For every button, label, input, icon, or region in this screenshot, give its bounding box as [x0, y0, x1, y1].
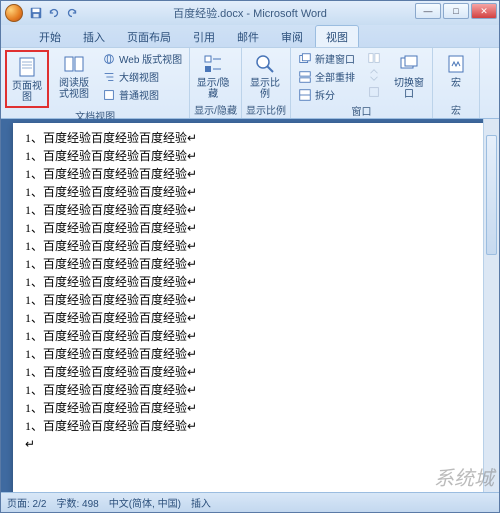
- split-icon: [298, 88, 312, 102]
- status-language[interactable]: 中文(简体, 中国): [109, 495, 181, 510]
- reading-view-icon: [62, 52, 86, 76]
- document-line[interactable]: 1、百度经验百度经验百度经验↵: [25, 345, 479, 363]
- office-button[interactable]: [5, 4, 23, 22]
- close-button[interactable]: ✕: [471, 3, 497, 19]
- switch-windows-icon: [397, 52, 421, 76]
- document-line[interactable]: 1、百度经验百度经验百度经验↵: [25, 219, 479, 237]
- group-zoom: 显示比例 显示比例: [242, 48, 291, 118]
- group-label-showhide: 显示/隐藏: [194, 102, 237, 118]
- macros-icon: [444, 52, 468, 76]
- web-view-button[interactable]: Web 版式视图: [99, 50, 185, 67]
- tab-start[interactable]: 开始: [29, 26, 71, 47]
- status-words[interactable]: 字数: 498: [56, 495, 98, 510]
- group-macros: 宏 宏: [433, 48, 480, 118]
- document-line[interactable]: 1、百度经验百度经验百度经验↵: [25, 129, 479, 147]
- split-button[interactable]: 拆分: [295, 86, 358, 103]
- side-by-side-icon: [367, 51, 381, 65]
- document-line[interactable]: 1、百度经验百度经验百度经验↵: [25, 327, 479, 345]
- document-line[interactable]: 1、百度经验百度经验百度经验↵: [25, 399, 479, 417]
- document-line[interactable]: 1、百度经验百度经验百度经验↵: [25, 237, 479, 255]
- arrange-all-icon: [298, 70, 312, 84]
- tab-mail[interactable]: 邮件: [227, 26, 269, 47]
- group-window: 新建窗口 全部重排 拆分 切换窗口 窗口: [291, 48, 433, 118]
- tab-references[interactable]: 引用: [183, 26, 225, 47]
- maximize-button[interactable]: □: [443, 3, 469, 19]
- tab-view[interactable]: 视图: [315, 25, 359, 47]
- group-label-window: 窗口: [295, 103, 428, 119]
- document-line[interactable]: 1、百度经验百度经验百度经验↵: [25, 381, 479, 399]
- side-by-side-button[interactable]: [364, 50, 384, 66]
- page-view-button[interactable]: 页面视图: [8, 53, 46, 105]
- document-line[interactable]: 1、百度经验百度经验百度经验↵: [25, 363, 479, 381]
- statusbar: 页面: 2/2 字数: 498 中文(简体, 中国) 插入: [1, 492, 499, 512]
- tab-insert[interactable]: 插入: [73, 26, 115, 47]
- document-line[interactable]: 1、百度经验百度经验百度经验↵: [25, 309, 479, 327]
- document-line[interactable]: 1、百度经验百度经验百度经验↵: [25, 273, 479, 291]
- group-document-views: 页面视图 阅读版式视图 Web 版式视图 大纲视图 普通视图 文档视图: [1, 48, 190, 118]
- sync-scroll-button[interactable]: [364, 67, 384, 83]
- showhide-icon: [201, 52, 225, 76]
- ribbon-tabs: 开始 插入 页面布局 引用 邮件 审阅 视图: [1, 25, 499, 47]
- vertical-scrollbar[interactable]: [483, 119, 499, 492]
- new-window-button[interactable]: 新建窗口: [295, 50, 358, 67]
- switch-windows-button[interactable]: 切换窗口: [390, 50, 428, 102]
- normal-view-icon: [102, 88, 116, 102]
- showhide-label: 显示/隐藏: [195, 78, 231, 100]
- quick-access-toolbar: [29, 6, 79, 20]
- new-window-icon: [298, 52, 312, 66]
- ribbon: 页面视图 阅读版式视图 Web 版式视图 大纲视图 普通视图 文档视图: [1, 47, 499, 119]
- outline-view-button[interactable]: 大纲视图: [99, 68, 185, 85]
- page-view-icon: [15, 55, 39, 79]
- macros-button[interactable]: 宏: [437, 50, 475, 91]
- zoom-icon: [253, 52, 277, 76]
- document-line[interactable]: 1、百度经验百度经验百度经验↵: [25, 417, 479, 435]
- switch-windows-label: 切换窗口: [391, 78, 427, 100]
- group-label-zoom: 显示比例: [246, 102, 286, 118]
- reading-view-label: 阅读版式视图: [56, 78, 92, 100]
- window-controls: — □ ✕: [413, 3, 497, 19]
- document-line[interactable]: 1、百度经验百度经验百度经验↵: [25, 147, 479, 165]
- save-icon[interactable]: [29, 6, 43, 20]
- cursor-line[interactable]: ↵: [25, 435, 479, 453]
- titlebar: 百度经验.docx - Microsoft Word — □ ✕: [1, 1, 499, 25]
- sync-scroll-icon: [367, 68, 381, 82]
- arrange-all-button[interactable]: 全部重排: [295, 68, 358, 85]
- app-window: 百度经验.docx - Microsoft Word — □ ✕ 开始 插入 页…: [0, 0, 500, 513]
- document-line[interactable]: 1、百度经验百度经验百度经验↵: [25, 165, 479, 183]
- normal-view-button[interactable]: 普通视图: [99, 86, 185, 103]
- minimize-button[interactable]: —: [415, 3, 441, 19]
- outline-view-icon: [102, 70, 116, 84]
- document-page[interactable]: 1、百度经验百度经验百度经验↵1、百度经验百度经验百度经验↵1、百度经验百度经验…: [13, 123, 487, 492]
- group-showhide: 显示/隐藏 显示/隐藏: [190, 48, 242, 118]
- zoom-button[interactable]: 显示比例: [246, 50, 284, 102]
- reset-position-icon: [367, 85, 381, 99]
- document-area[interactable]: 1、百度经验百度经验百度经验↵1、百度经验百度经验百度经验↵1、百度经验百度经验…: [1, 119, 499, 492]
- window-title: 百度经验.docx - Microsoft Word: [173, 5, 327, 21]
- showhide-button[interactable]: 显示/隐藏: [194, 50, 232, 102]
- status-insert-mode[interactable]: 插入: [191, 495, 211, 510]
- document-line[interactable]: 1、百度经验百度经验百度经验↵: [25, 255, 479, 273]
- zoom-label: 显示比例: [247, 78, 283, 100]
- document-line[interactable]: 1、百度经验百度经验百度经验↵: [25, 291, 479, 309]
- tab-review[interactable]: 审阅: [271, 26, 313, 47]
- macros-label: 宏: [451, 78, 461, 89]
- document-line[interactable]: 1、百度经验百度经验百度经验↵: [25, 201, 479, 219]
- scroll-thumb[interactable]: [486, 135, 497, 255]
- document-line[interactable]: 1、百度经验百度经验百度经验↵: [25, 183, 479, 201]
- reset-position-button[interactable]: [364, 84, 384, 100]
- status-page[interactable]: 页面: 2/2: [7, 495, 46, 510]
- reading-view-button[interactable]: 阅读版式视图: [55, 50, 93, 102]
- tab-layout[interactable]: 页面布局: [117, 26, 181, 47]
- page-view-label: 页面视图: [9, 81, 45, 103]
- redo-icon[interactable]: [65, 6, 79, 20]
- group-label-macros: 宏: [437, 102, 475, 118]
- web-view-icon: [102, 52, 116, 66]
- undo-icon[interactable]: [47, 6, 61, 20]
